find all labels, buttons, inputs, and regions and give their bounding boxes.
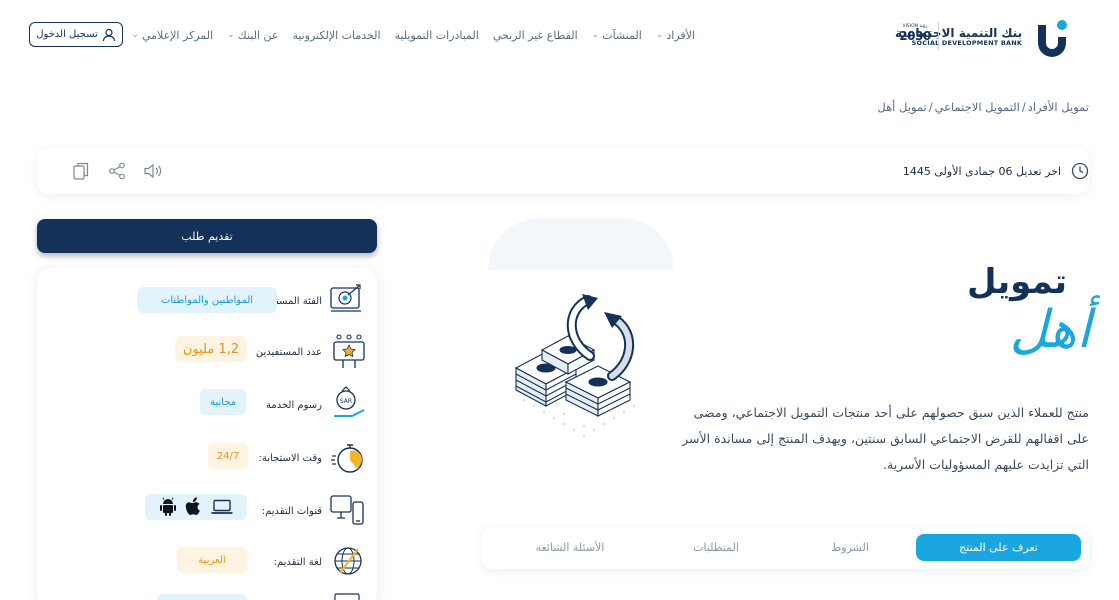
- nav-item-nonprofit[interactable]: القطاع غير الربحي: [493, 29, 578, 42]
- decorative-background-shape: [488, 218, 674, 270]
- response-time-value: 24/7: [208, 443, 248, 469]
- breadcrumb: تمويل الأفراد / التمويل الاجتماعي / تموي…: [877, 100, 1089, 114]
- bank-logo-icon: [1038, 20, 1068, 57]
- target-segment-value: المواطنين والمواطنات: [137, 287, 277, 313]
- language-value: العربية: [177, 547, 247, 573]
- nav-item-eservices[interactable]: الخدمات الإلكترونية: [292, 29, 380, 42]
- nav-label: المبادرات التمويلية: [394, 28, 479, 42]
- user-icon: [102, 28, 115, 41]
- language-label: لغة التقديم:: [273, 557, 322, 568]
- apply-button[interactable]: تقديم طلب: [37, 219, 377, 253]
- login-label: تسجيل الدخول: [36, 29, 98, 40]
- laptop-icon: [211, 499, 233, 514]
- breadcrumb-separator: /: [1021, 100, 1026, 114]
- apple-icon: [185, 497, 200, 515]
- speaker-icon: [144, 163, 162, 179]
- login-button[interactable]: تسجيل الدخول: [29, 22, 123, 47]
- language-globe-icon: [334, 547, 362, 575]
- chevron-down-icon: ⌄: [591, 30, 600, 40]
- last-updated: اخر تعديل 06 جمادى الأولى 1445: [903, 162, 1089, 180]
- channels-value: [145, 494, 247, 520]
- vision-year: 2030: [899, 29, 931, 43]
- service-fees-label: رسوم الخدمة: [266, 400, 322, 411]
- tab-conditions[interactable]: الشروط: [790, 534, 910, 561]
- breadcrumb-individual-financing[interactable]: تمويل الأفراد: [1028, 100, 1089, 114]
- fees-icon: SAR: [334, 386, 365, 417]
- nav-item-establishments[interactable]: المنشآت ⌄: [592, 29, 642, 42]
- response-time-label: وقت الاستجابة:: [258, 453, 322, 464]
- vision-2030-logo: رؤية VISION 2030: [895, 24, 935, 52]
- clock-icon: [1071, 162, 1089, 180]
- svg-text:SAR: SAR: [340, 398, 352, 405]
- chevron-down-icon: ⌄: [131, 30, 139, 40]
- last-updated-text: اخر تعديل 06 جمادى الأولى 1445: [902, 164, 1061, 178]
- breadcrumb-separator: /: [928, 100, 933, 114]
- target-audience-icon: [330, 284, 361, 312]
- tab-faq[interactable]: الأسئلة الشائعة: [500, 534, 640, 561]
- android-icon: [160, 497, 176, 516]
- tab-requirements[interactable]: المتطلبات: [656, 534, 776, 561]
- beneficiaries-label: عدد المستفيدين: [255, 347, 322, 358]
- next-row-value: [157, 594, 247, 600]
- beneficiaries-board-icon: [333, 334, 365, 368]
- product-description: منتج للعملاء الذين سبق حصولهم على أحد من…: [682, 405, 1089, 472]
- apply-button-label: تقديم طلب: [181, 229, 233, 243]
- copy-icon: [73, 162, 89, 180]
- copy-button[interactable]: [70, 160, 92, 182]
- nav-label: الأفراد: [666, 28, 695, 42]
- money-stacks-illustration: [514, 294, 635, 437]
- nav-item-about[interactable]: عن البنك ⌄: [227, 29, 278, 42]
- nav-label: المركز الإعلامي: [141, 28, 214, 42]
- tab-about-product[interactable]: تعرف على المنتج: [916, 534, 1081, 561]
- nav-label: القطاع غير الربحي: [492, 28, 578, 42]
- breadcrumb-social-financing[interactable]: التمويل الاجتماعي: [935, 100, 1020, 114]
- main-nav: الأفراد ⌄ المنشآت ⌄ القطاع غير الربحي ال…: [113, 28, 695, 42]
- product-title: تمويل: [967, 262, 1067, 302]
- stopwatch-icon: [331, 444, 363, 473]
- next-row-icon: [334, 593, 360, 600]
- nav-item-individuals[interactable]: الأفراد ⌄: [656, 29, 695, 42]
- breadcrumb-current: تمويل أهل: [877, 100, 927, 114]
- product-title-script: أهل: [1009, 300, 1091, 360]
- listen-button[interactable]: [142, 160, 164, 182]
- nav-item-media-center[interactable]: المركز الإعلامي ⌄: [131, 29, 213, 42]
- page-tools: [70, 160, 164, 182]
- nav-label: المنشآت: [602, 28, 642, 42]
- nav-label: الخدمات الإلكترونية: [292, 28, 381, 42]
- service-fees-value: مجانية: [200, 389, 246, 415]
- share-button[interactable]: [106, 160, 128, 182]
- logo-divider: [938, 22, 939, 50]
- beneficiaries-value: 1,2 مليون: [175, 336, 247, 362]
- chevron-down-icon: ⌄: [227, 30, 235, 40]
- nav-item-financing-initiatives[interactable]: المبادرات التمويلية: [395, 29, 479, 42]
- nav-label: عن البنك: [237, 28, 279, 42]
- chevron-down-icon: ⌄: [655, 30, 664, 40]
- share-icon: [109, 162, 125, 180]
- devices-icon: [330, 495, 364, 525]
- channels-label: قنوات التقديم:: [261, 506, 322, 517]
